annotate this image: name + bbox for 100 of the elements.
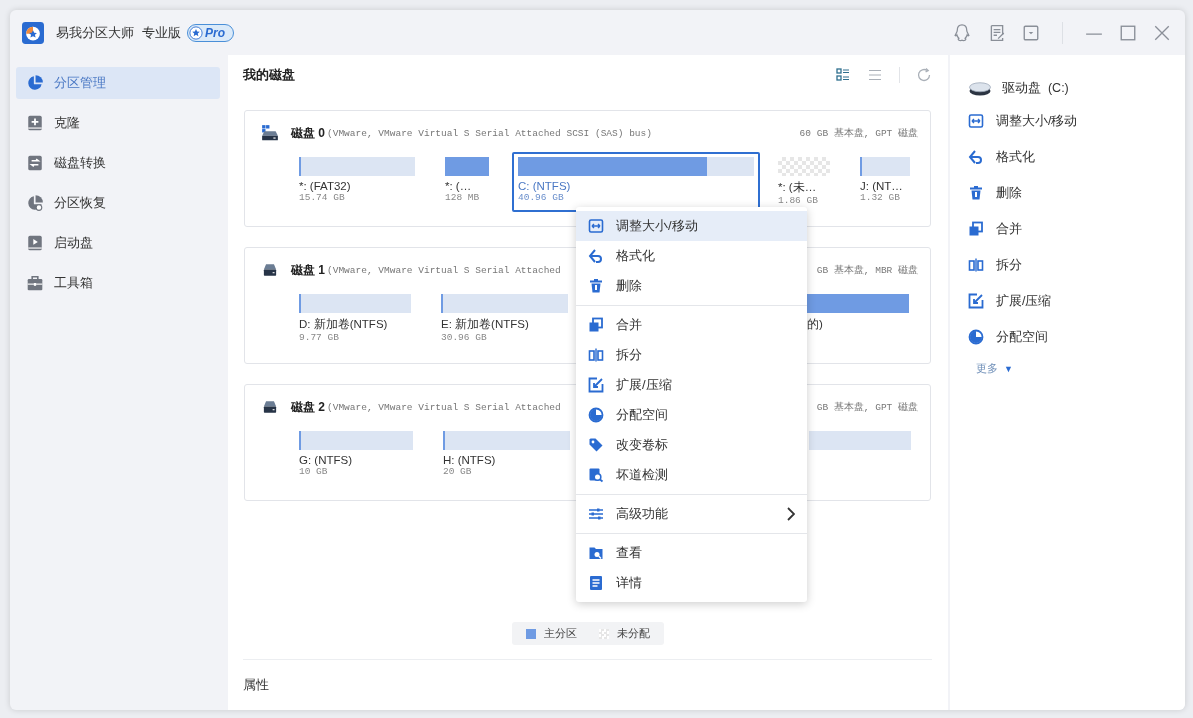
legend-label: 未分配 [617,626,650,641]
app-logo-icon [22,21,44,44]
pie-chart-icon [26,74,44,92]
pie-chart-icon [968,329,984,345]
tag-icon [588,437,604,453]
sidebar-item[interactable]: 工具箱 [16,267,220,299]
disk-name: 磁盘 0 [291,124,325,142]
close-icon[interactable] [1153,23,1171,42]
disk-summary: 60 GB 基本盘, GPT 磁盘 [799,126,918,140]
partition-tile[interactable]: J: (NT… 1.32 GB [858,152,916,212]
plus-box-icon [26,114,44,132]
sidebar-item[interactable]: 克隆 [16,107,220,139]
resize-icon [588,218,604,234]
menu-item[interactable]: 删除 [576,271,807,301]
action-item[interactable]: 合并 [968,211,1185,247]
trash-icon [588,278,604,294]
toolbox-icon [26,274,44,292]
list-view-icon[interactable] [867,67,883,83]
partition-label: J: (NT… [860,180,903,192]
disk-drive-icon [259,124,281,142]
disk-model: (VMware, VMware Virtual S Serial Attached [327,401,561,413]
pro-badge: Pro [187,23,234,42]
format-icon [588,248,604,264]
card-view-icon[interactable] [835,67,851,83]
partition-size: 20 GB [443,466,472,477]
menu-item[interactable]: 分配空间 [576,400,807,430]
partition-label: *: (… [445,180,472,192]
partition-size: 30.96 GB [441,332,487,343]
unallocated-swatch-icon [599,628,609,639]
split-icon [968,257,984,273]
action-item[interactable]: 分配空间 [968,319,1185,355]
partition-size: 9.77 GB [299,332,339,343]
partition-tile[interactable]: *: (… 128 MB [443,152,495,212]
menu-item[interactable]: 坏道检测 [576,460,807,490]
partition-tile[interactable]: *: (FAT32) 15.74 GB [297,152,421,212]
primary-swatch-icon [526,628,536,639]
partition-size: 15.74 GB [299,192,345,203]
action-item[interactable]: 拆分 [968,247,1185,283]
partition-label: C: (NTFS) [518,180,571,192]
partition-tile[interactable]: H: (NTFS) 20 GB [441,426,576,483]
merge-icon [588,317,604,333]
sidebar-item[interactable]: 磁盘转换 [16,147,220,179]
note-edit-icon[interactable] [988,23,1006,42]
disk-summary: GB 基本盘, GPT 磁盘 [816,400,918,414]
folder-search-icon [588,545,604,561]
penguin-icon[interactable] [952,22,972,43]
partition-tile[interactable]: G: (NTFS) 10 GB [297,426,419,483]
partition-label: E: 新加卷(NTFS) [441,317,529,332]
menu-item[interactable]: 调整大小/移动 [576,211,807,241]
document-icon [588,575,604,591]
action-item[interactable]: 格式化 [968,139,1185,175]
section-title: 我的磁盘 [243,66,296,84]
merge-icon [968,221,984,237]
dropdown-box-icon[interactable] [1022,23,1040,42]
maximize-icon[interactable] [1119,23,1137,42]
partition-label: *: (未… [778,180,817,195]
disk-name: 磁盘 2 [291,398,325,416]
partition-size: 40.96 GB [518,192,564,203]
menu-item[interactable]: 高级功能 [576,499,807,529]
partition-label: G: (NTFS) [299,454,353,466]
extend-icon [588,377,604,393]
app-name: 易我分区大师 [56,23,134,42]
partition-tile[interactable]: *: (未… 1.86 GB [776,152,836,212]
play-box-icon [26,234,44,252]
drive-title: 驱动盘 (C:) [1002,79,1069,97]
disk-summary: GB 基本盘, MBR 磁盘 [816,263,918,277]
disk-name: 磁盘 1 [291,261,325,279]
partition-label: 的) [807,317,823,332]
sidebar-item[interactable]: 分区恢复 [16,187,220,219]
partition-tile[interactable]: D: 新加卷(NTFS) 9.77 GB [297,289,417,349]
properties-title: 属性 [243,676,269,694]
sidebar-item[interactable]: 启动盘 [16,227,220,259]
partition-size: 1.32 GB [860,192,900,203]
sidebar-item[interactable]: 分区管理 [16,67,220,99]
trash-icon [968,185,984,201]
partition-size: 10 GB [299,466,328,477]
more-link[interactable]: 更多 ▼ [976,361,1013,376]
action-item[interactable]: 调整大小/移动 [968,103,1185,139]
menu-item[interactable]: 查看 [576,538,807,568]
partition-label: H: (NTFS) [443,454,496,466]
magnifier-icon [588,467,604,483]
pie-chart-icon [26,194,44,212]
partition-tile[interactable]: 的) [805,289,915,349]
refresh-icon[interactable] [916,67,932,83]
action-item[interactable]: 扩展/压缩 [968,283,1185,319]
menu-item[interactable]: 合并 [576,310,807,340]
partition-label: D: 新加卷(NTFS) [299,317,388,332]
partition-size: 128 MB [445,192,480,203]
swap-box-icon [26,154,44,172]
disk-model: (VMware, VMware Virtual S Serial Attached SCSI (SAS) bus) [327,127,652,139]
split-icon [588,347,604,363]
disk-model: (VMware, VMware Virtual S Serial Attached [327,264,561,276]
menu-item[interactable]: 详情 [576,568,807,598]
action-item[interactable]: 删除 [968,175,1185,211]
partition-size: 1.86 GB [778,195,818,206]
menu-item[interactable]: 改变卷标 [576,430,807,460]
partition-tile[interactable]: E: 新加卷(NTFS) 30.96 GB [439,289,574,349]
pie-chart-icon [588,407,604,423]
legend-label: 主分区 [544,626,577,641]
menu-item[interactable]: 扩展/压缩 [576,370,807,400]
